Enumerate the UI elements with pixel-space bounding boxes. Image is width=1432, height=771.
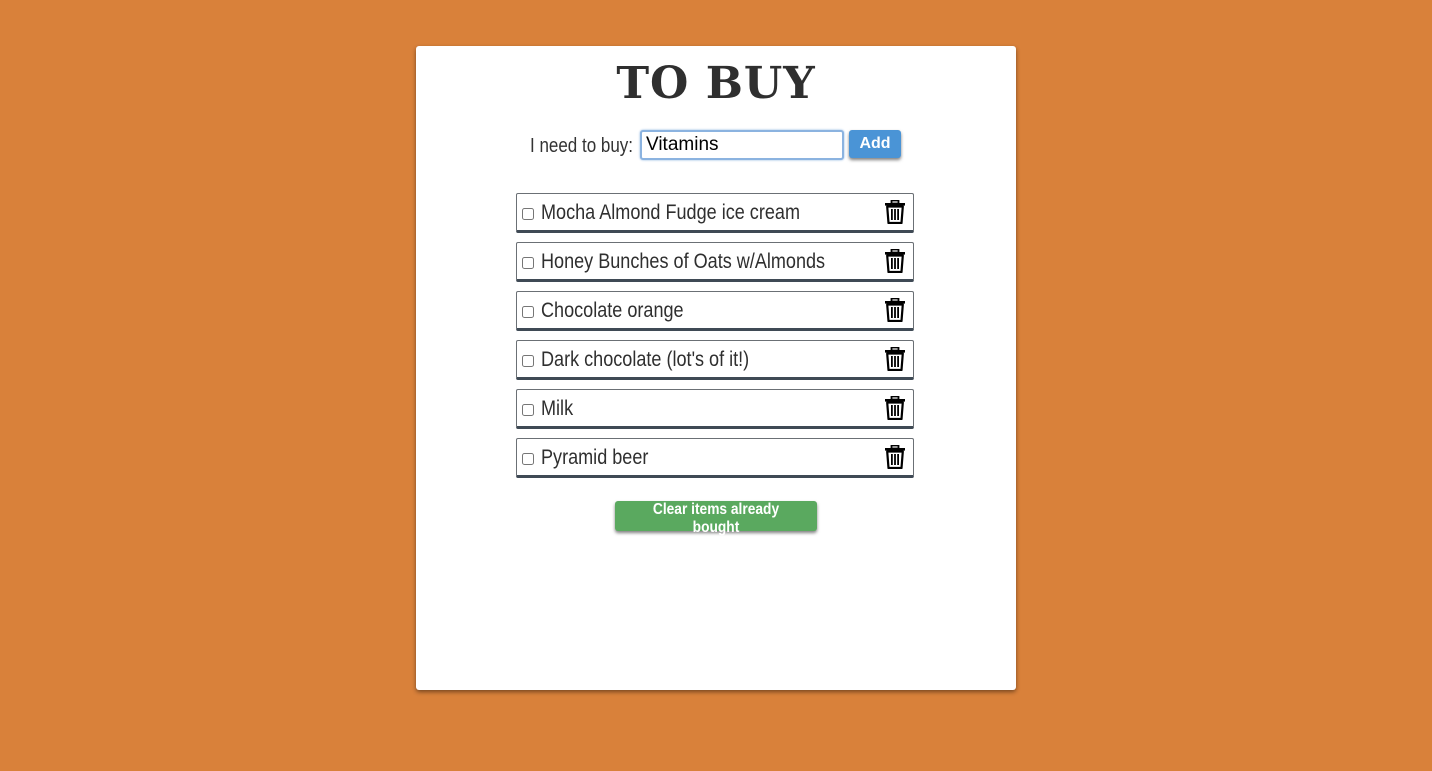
item-label: Chocolate orange <box>541 299 684 322</box>
item-label: Milk <box>541 397 574 420</box>
item-checkbox[interactable] <box>522 453 534 465</box>
list-item: Chocolate orange <box>516 291 914 331</box>
item-checkbox[interactable] <box>522 306 534 318</box>
list-item: Milk <box>516 389 914 429</box>
trash-icon[interactable] <box>884 249 906 273</box>
shopping-list-card: TO BUY I need to buy: Add Mocha Almond F… <box>416 46 1016 690</box>
clear-bought-label: Clear items already bought <box>652 501 780 536</box>
item-checkbox[interactable] <box>522 355 534 367</box>
item-list: Mocha Almond Fudge ice cream Honey Bunch… <box>516 193 916 487</box>
trash-icon[interactable] <box>884 347 906 371</box>
clear-bought-button[interactable]: Clear items already bought <box>615 501 817 536</box>
item-label: Dark chocolate (lot's of it!) <box>541 348 750 371</box>
trash-icon[interactable] <box>884 445 906 469</box>
list-item: Dark chocolate (lot's of it!) <box>516 340 914 380</box>
trash-icon[interactable] <box>884 298 906 322</box>
item-label: Honey Bunches of Oats w/Almonds <box>541 250 826 273</box>
add-item-label: I need to buy: <box>530 135 634 157</box>
page-title: TO BUY <box>616 58 816 109</box>
add-item-form: I need to buy: Add <box>416 130 1016 162</box>
list-item: Honey Bunches of Oats w/Almonds <box>516 242 914 282</box>
trash-icon[interactable] <box>884 396 906 420</box>
item-checkbox[interactable] <box>522 404 534 416</box>
item-checkbox[interactable] <box>522 257 534 269</box>
item-label: Mocha Almond Fudge ice cream <box>541 201 800 224</box>
item-checkbox[interactable] <box>522 208 534 220</box>
add-item-input[interactable] <box>640 130 844 160</box>
list-item: Mocha Almond Fudge ice cream <box>516 193 914 233</box>
list-item: Pyramid beer <box>516 438 914 478</box>
item-label: Pyramid beer <box>541 446 649 469</box>
add-button[interactable]: Add <box>849 130 901 158</box>
trash-icon[interactable] <box>884 200 906 224</box>
